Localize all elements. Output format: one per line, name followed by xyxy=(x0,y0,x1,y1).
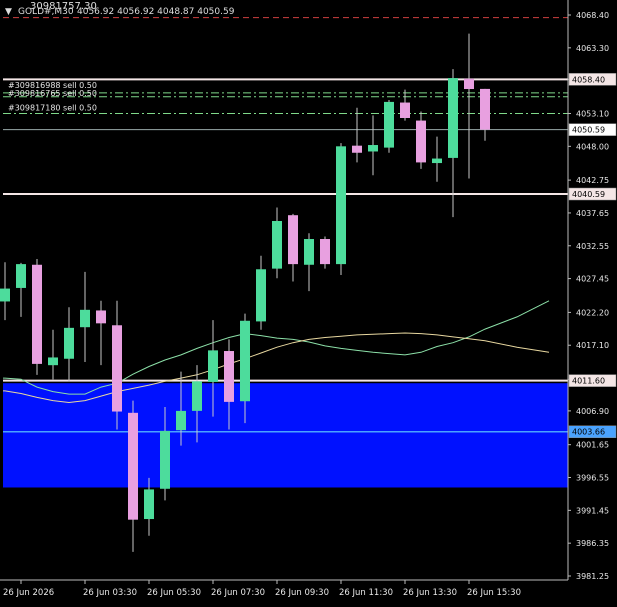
candle-body xyxy=(368,145,378,152)
candle-body xyxy=(224,351,234,402)
price-chart[interactable]: #309816988 sell 0.50#309816765 sell 0.50… xyxy=(0,0,617,603)
candle-body xyxy=(256,269,266,322)
zone-rectangle[interactable] xyxy=(3,383,568,488)
order-label[interactable]: #309817180 sell 0.50 xyxy=(8,103,97,112)
price-tick-label: 4032.55 xyxy=(576,242,609,251)
support-price-label: 4011.60 xyxy=(572,377,605,386)
price-tick-label: 4068.40 xyxy=(576,11,609,20)
candle-body xyxy=(144,489,154,520)
candle-body xyxy=(272,220,282,269)
candle-body xyxy=(384,101,394,148)
candle-body xyxy=(176,410,186,431)
candle-body xyxy=(464,78,474,90)
price-tick-label: 3981.25 xyxy=(576,572,609,581)
time-tick-label: 26 Jun 07:30 xyxy=(211,588,265,598)
candle-body xyxy=(112,325,122,412)
candle-body xyxy=(416,120,426,163)
candle-body xyxy=(480,88,490,130)
zone-mid-price-label: 4003.66 xyxy=(572,428,605,437)
candle-body xyxy=(128,412,138,520)
candle-body xyxy=(80,309,90,328)
time-tick-label: 26 Jun 2026 xyxy=(3,588,54,598)
candle-body xyxy=(208,350,218,382)
price-tick-label: 3996.55 xyxy=(576,474,609,483)
time-tick-label: 26 Jun 03:30 xyxy=(83,588,137,598)
candle-body xyxy=(48,357,58,366)
collapse-arrow-icon[interactable]: ▼ xyxy=(5,7,12,17)
candle[interactable] xyxy=(336,143,346,276)
candle-body xyxy=(160,430,170,489)
price-tick-label: 3991.45 xyxy=(576,506,609,515)
price-tick-label: 4017.10 xyxy=(576,341,609,350)
candle-body xyxy=(304,239,314,265)
symbol-label: GOLD#,M30 xyxy=(18,7,74,17)
candle-body xyxy=(432,158,442,164)
ohlc-label: 4056.92 4056.92 4048.87 4050.59 xyxy=(77,7,235,17)
time-tick-label: 26 Jun 05:30 xyxy=(147,588,201,598)
time-tick-label: 26 Jun 11:30 xyxy=(339,588,393,598)
price-tick-label: 4022.20 xyxy=(576,308,609,317)
price-tick-label: 4063.30 xyxy=(576,44,609,53)
price-tick-label: 4053.10 xyxy=(576,109,609,118)
resistance-upper-price-label: 4058.40 xyxy=(572,75,605,84)
price-tick-label: 3986.35 xyxy=(576,539,609,548)
candle-body xyxy=(192,381,202,411)
order-label[interactable]: #309816765 sell 0.50 xyxy=(8,89,97,98)
candle-body xyxy=(336,146,346,265)
candle-body xyxy=(352,145,362,153)
candle-body xyxy=(240,320,250,402)
price-tick-label: 4006.90 xyxy=(576,407,609,416)
price-tick-label: 4048.00 xyxy=(576,142,609,151)
candle-body xyxy=(16,264,26,288)
candle-body xyxy=(96,310,106,324)
candle-body xyxy=(320,239,330,265)
candle-body xyxy=(448,78,458,158)
time-tick-label: 26 Jun 13:30 xyxy=(403,588,457,598)
price-tick-label: 4042.75 xyxy=(576,176,609,185)
candle[interactable] xyxy=(384,99,394,153)
chart-window[interactable]: #309816988 sell 0.50 #309816765 sell 0.50… xyxy=(0,0,617,603)
resistance-lower-price-label: 4040.59 xyxy=(572,190,605,199)
current-price-label: 4050.59 xyxy=(572,126,605,135)
candle[interactable] xyxy=(32,258,42,375)
candle-body xyxy=(32,264,42,364)
candle-body xyxy=(288,215,298,265)
time-tick-label: 26 Jun 15:30 xyxy=(467,588,521,598)
price-tick-label: 4001.65 xyxy=(576,441,609,450)
candle-body xyxy=(400,102,410,118)
price-tick-label: 4027.45 xyxy=(576,275,609,284)
candle-body xyxy=(64,327,74,359)
time-tick-label: 26 Jun 09:30 xyxy=(275,588,329,598)
candle-body xyxy=(0,288,10,302)
price-tick-label: 4037.65 xyxy=(576,209,609,218)
candle[interactable] xyxy=(320,236,330,269)
